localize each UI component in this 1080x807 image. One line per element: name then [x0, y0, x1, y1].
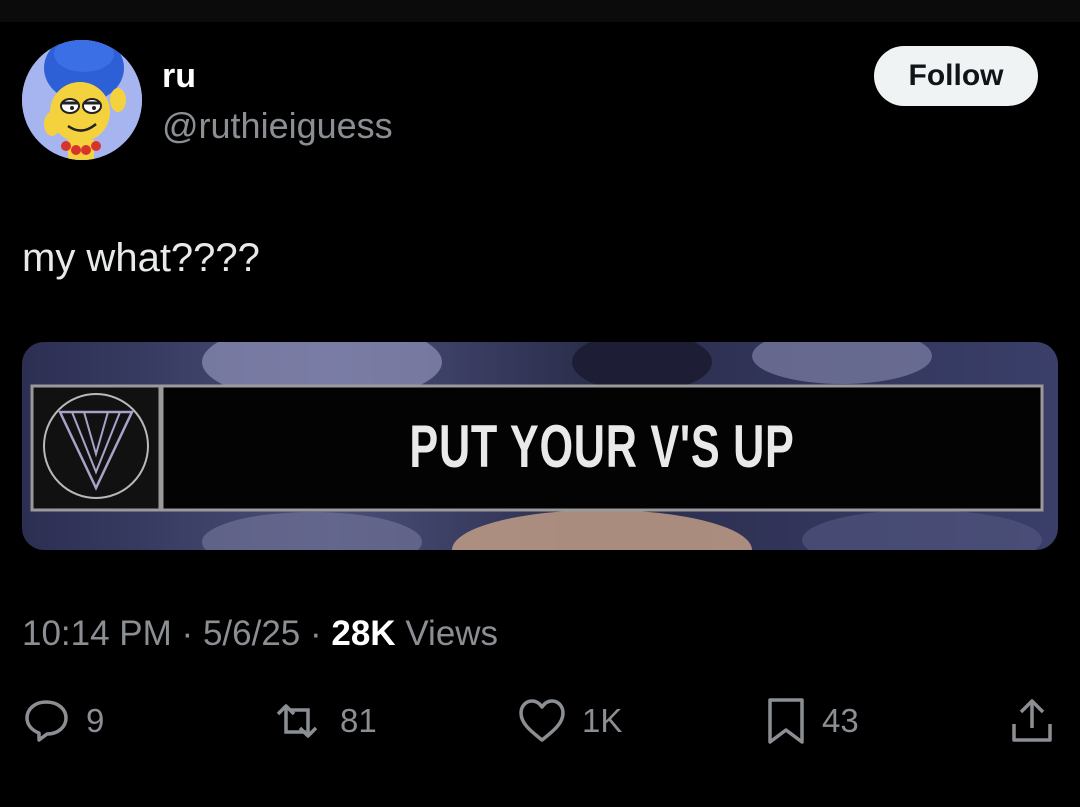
meta-separator: · — [181, 614, 194, 653]
like-button[interactable]: 1K — [516, 696, 622, 746]
like-count: 1K — [582, 702, 623, 739]
follow-button[interactable]: Follow — [874, 46, 1038, 106]
reply-icon — [22, 696, 72, 746]
tweet-time[interactable]: 10:14 PM — [22, 614, 172, 653]
share-button[interactable] — [1008, 696, 1056, 746]
share-icon — [1008, 696, 1056, 746]
avatar[interactable] — [22, 40, 142, 160]
like-icon — [516, 696, 568, 746]
repost-button[interactable]: 81 — [268, 696, 377, 746]
views-label: Views — [405, 614, 499, 653]
bookmark-button[interactable]: 43 — [764, 696, 859, 746]
tweet-date[interactable]: 5/6/25 — [203, 614, 300, 653]
reply-count: 9 — [86, 702, 105, 739]
reply-button[interactable]: 9 — [22, 696, 104, 746]
repost-count: 81 — [340, 702, 377, 739]
top-strip — [0, 0, 1080, 22]
meta-separator: · — [309, 614, 322, 653]
user-handle[interactable]: @ruthieiguess — [162, 104, 393, 148]
display-name[interactable]: ru — [162, 56, 196, 96]
repost-icon — [268, 696, 326, 746]
views-count: 28K — [331, 614, 396, 653]
bookmark-icon — [764, 696, 808, 746]
media-caption: PUT YOUR V'S UP — [409, 412, 795, 480]
tweet-media[interactable]: PUT YOUR V'S UP — [22, 342, 1058, 550]
tweet-meta: 10:14 PM · 5/6/25 · 28K Views — [22, 612, 498, 656]
bookmark-count: 43 — [822, 702, 859, 739]
tweet-text: my what???? — [22, 236, 260, 280]
